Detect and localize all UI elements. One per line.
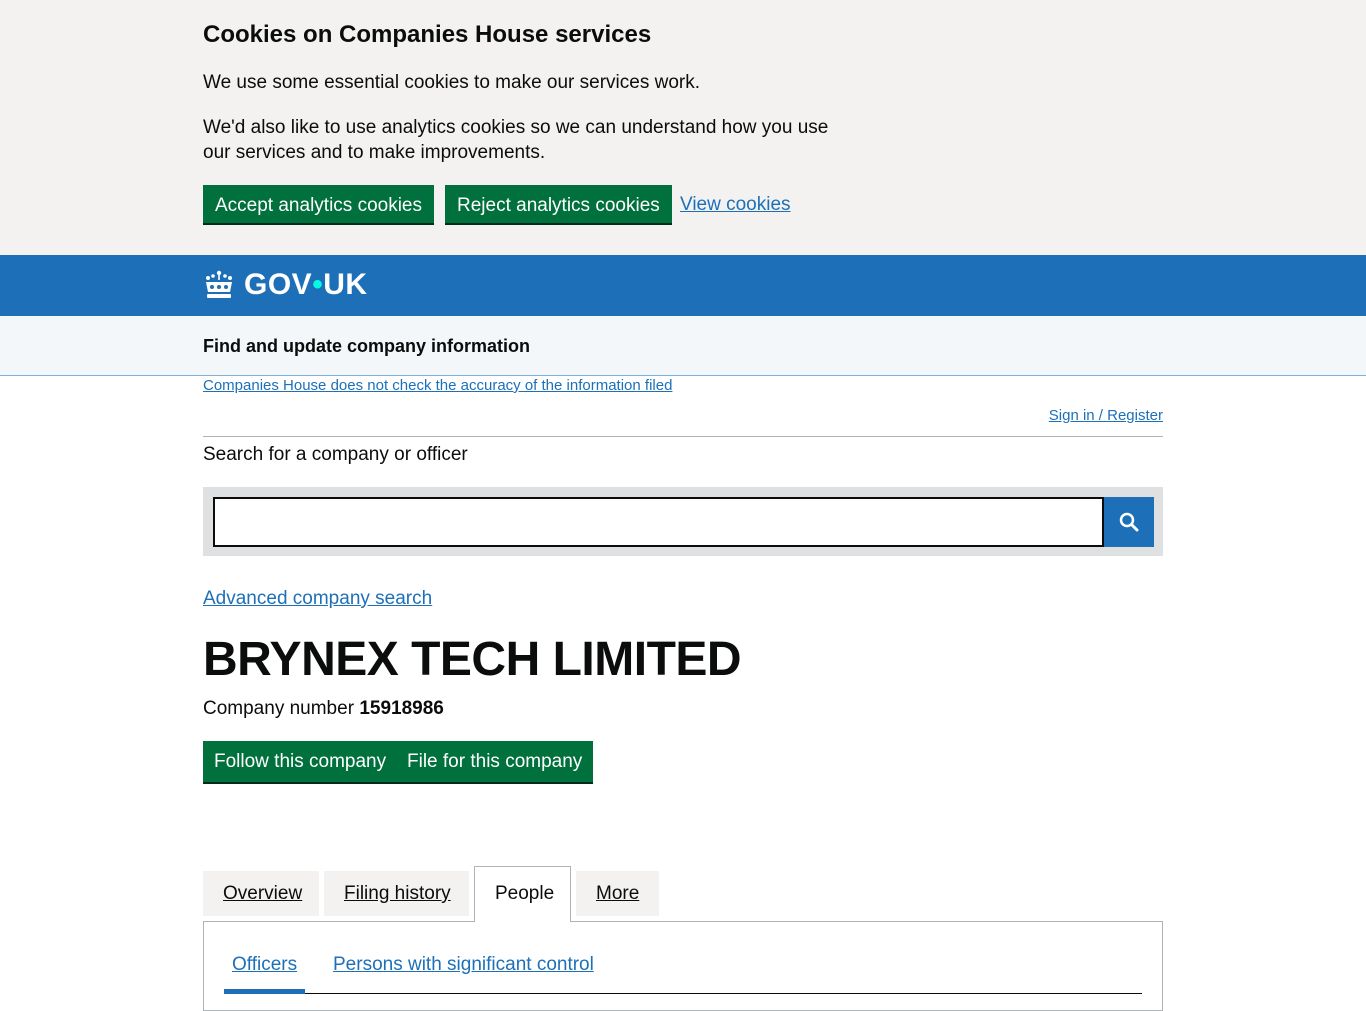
tab-filing-history[interactable]: Filing history: [324, 871, 469, 916]
search-icon: [1119, 512, 1139, 532]
company-number-label: Company number: [203, 698, 355, 719]
accuracy-notice-link[interactable]: Companies House does not check the accur…: [203, 376, 672, 396]
tab-overview[interactable]: Overview: [203, 871, 319, 916]
service-bar: Find and update company information: [0, 316, 1366, 376]
people-tab-panel: Officers Persons with significant contro…: [203, 921, 1163, 1011]
follow-company-button[interactable]: Follow this company: [203, 741, 398, 782]
file-for-company-button[interactable]: File for this company: [396, 741, 594, 782]
header-divider: [203, 436, 1163, 437]
tab-people[interactable]: People: [474, 866, 571, 922]
service-name-link[interactable]: Find and update company information: [203, 334, 530, 358]
sign-in-register-link[interactable]: Sign in / Register: [1049, 406, 1163, 426]
govuk-logo-text: GOV•UK: [244, 268, 368, 301]
crown-icon: [206, 270, 232, 298]
search-input[interactable]: [213, 497, 1104, 547]
company-number-value: 15918986: [359, 698, 444, 719]
search-label: Search for a company or officer: [203, 444, 468, 465]
govuk-logo-link[interactable]: GOV•UK: [203, 267, 368, 303]
tab-more[interactable]: More: [576, 871, 659, 916]
cookie-banner: Cookies on Companies House services We u…: [0, 0, 1366, 255]
govuk-header: GOV•UK: [0, 255, 1366, 316]
subnav-persons-with-significant-control[interactable]: Persons with significant control: [325, 952, 602, 994]
company-name-heading: BRYNEX TECH LIMITED: [203, 633, 742, 686]
company-number: Company number 15918986: [203, 696, 444, 721]
cookie-banner-title: Cookies on Companies House services: [203, 21, 652, 48]
view-cookies-link[interactable]: View cookies: [680, 192, 791, 217]
search-box: [203, 487, 1163, 556]
subnav-officers[interactable]: Officers: [224, 952, 305, 994]
people-subnav: Officers Persons with significant contro…: [224, 952, 1142, 994]
reject-analytics-cookies-button[interactable]: Reject analytics cookies: [445, 185, 672, 223]
cookie-banner-text-analytics: We'd also like to use analytics cookies …: [203, 117, 829, 163]
advanced-company-search-link[interactable]: Advanced company search: [203, 586, 432, 611]
cookie-banner-text-essential: We use some essential cookies to make ou…: [203, 72, 701, 93]
search-button[interactable]: [1104, 497, 1154, 547]
accept-analytics-cookies-button[interactable]: Accept analytics cookies: [203, 185, 434, 223]
